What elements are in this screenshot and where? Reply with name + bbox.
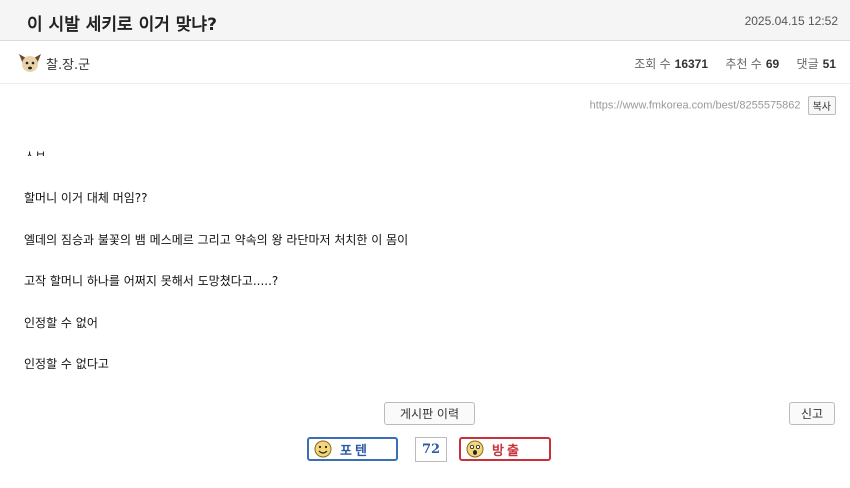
- recommend-stat: 추천 수 69: [725, 57, 780, 71]
- dog-face-icon[interactable]: [17, 51, 43, 75]
- post-meta-bar: 찰.장.군 조회 수 16371 추천 수 69 댓글 51: [0, 41, 850, 84]
- post-title: 이 시발 세키로 이거 맞냐?: [27, 15, 217, 35]
- post-line: 할머니 이거 대체 머임??: [24, 191, 148, 205]
- happy-face-icon: [314, 440, 332, 458]
- scared-face-icon: [466, 440, 484, 458]
- post-url-row: https://www.fmkorea.com/best/8255575862 …: [590, 96, 836, 115]
- post-date: 2025.04.15 12:52: [744, 14, 838, 28]
- post-line: 고작 할머니 하나를 어쩌지 못해서 도망쳤다고.....?: [24, 274, 279, 288]
- post-stats: 조회 수 16371 추천 수 69 댓글 51: [620, 55, 836, 72]
- post-line-clipped: ㅅㅂ: [24, 148, 47, 156]
- post-url[interactable]: https://www.fmkorea.com/best/8255575862: [590, 99, 801, 111]
- vote-count: 72: [415, 437, 447, 462]
- downvote-label: 방출: [492, 443, 522, 459]
- author-name[interactable]: 찰.장.군: [46, 54, 90, 73]
- post-header: 이 시발 세키로 이거 맞냐? 2025.04.15 12:52: [0, 0, 850, 41]
- upvote-button[interactable]: 포텐: [307, 437, 398, 461]
- copy-url-button[interactable]: 복사: [807, 96, 836, 115]
- post-line: 인정할 수 없다고: [24, 357, 109, 371]
- post-line: 인정할 수 없어: [24, 316, 98, 330]
- views-stat: 조회 수 16371: [634, 57, 709, 71]
- report-button[interactable]: 신고: [789, 402, 835, 425]
- comments-stat: 댓글 51: [796, 57, 836, 71]
- upvote-label: 포텐: [340, 443, 370, 459]
- post-line: 엘데의 짐승과 불꽃의 뱀 메스메르 그리고 약속의 왕 라단마저 처치한 이 …: [24, 233, 409, 247]
- board-history-button[interactable]: 게시판 이력: [384, 402, 475, 425]
- downvote-button[interactable]: 방출: [459, 437, 551, 461]
